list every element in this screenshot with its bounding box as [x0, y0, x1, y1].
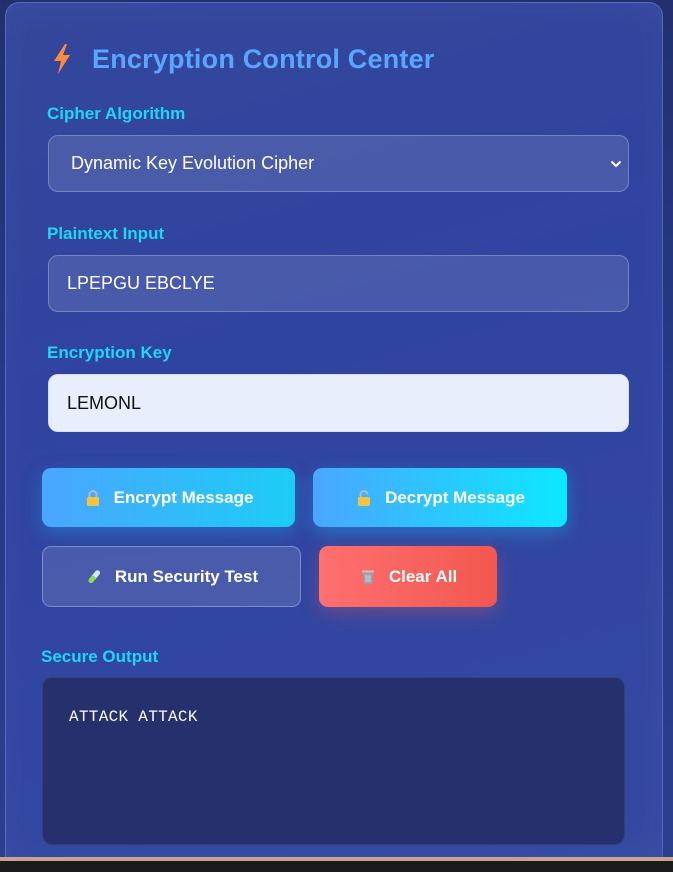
decrypt-button[interactable]: Decrypt Message [313, 468, 567, 527]
secure-output-text: ATTACK ATTACK [69, 708, 198, 726]
run-security-test-label: Run Security Test [114, 566, 259, 586]
lightning-bolt-icon [54, 44, 70, 74]
page-title: Encryption Control Center [92, 43, 435, 74]
encryption-key-input[interactable]: LEMONL [48, 374, 629, 432]
encryption-key-value: LEMONL [67, 392, 142, 413]
clear-all-label: Clear All [388, 566, 458, 586]
cipher-algorithm-value: Dynamic Key Evolution Cipher [71, 153, 315, 173]
plaintext-input-value: LPEPGU EBCLYE [67, 273, 215, 293]
window-bottom-border [0, 857, 673, 861]
encrypt-button-label: Encrypt Message [113, 487, 254, 507]
clear-all-button[interactable]: Clear All [319, 546, 497, 607]
secure-output-box[interactable]: ATTACK ATTACK [42, 677, 625, 845]
lock-icon [86, 489, 99, 506]
page: Encryption Control Center Cipher Algorit… [0, 0, 673, 872]
encrypt-button[interactable]: Encrypt Message [42, 468, 295, 527]
cipher-algorithm-label: Cipher Algorithm [47, 104, 186, 123]
run-security-test-button[interactable]: Run Security Test [42, 546, 301, 607]
wastebasket-icon [361, 570, 374, 584]
plaintext-input[interactable]: LPEPGU EBCLYE [48, 255, 629, 312]
decrypt-button-label: Decrypt Message [385, 487, 525, 507]
encryption-key-label: Encryption Key [47, 343, 172, 362]
unlock-icon [358, 489, 371, 506]
chevron-down-icon [611, 161, 621, 167]
secure-output-label: Secure Output [41, 647, 159, 666]
test-tube-icon [88, 569, 100, 583]
window-bottom-edge [0, 857, 673, 872]
plaintext-input-label: Plaintext Input [47, 224, 165, 243]
cipher-algorithm-select[interactable]: Dynamic Key Evolution Cipher [48, 135, 629, 192]
panel-header: Encryption Control Center [50, 43, 435, 75]
